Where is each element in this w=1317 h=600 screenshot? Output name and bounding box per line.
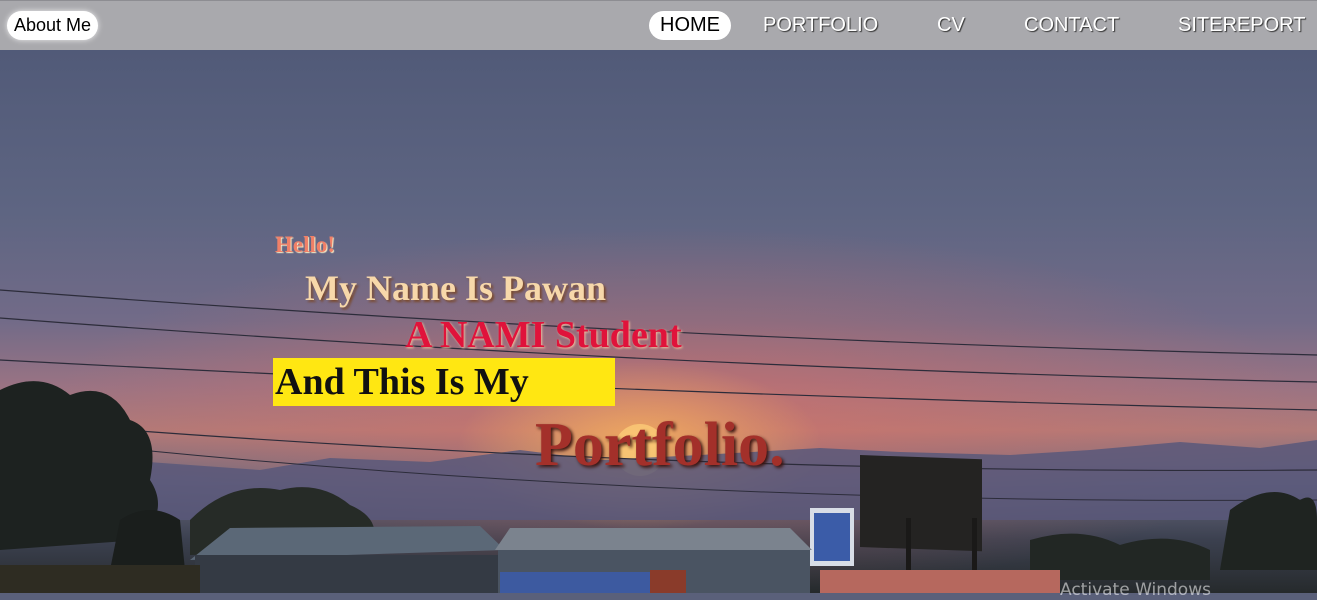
nav-contact[interactable]: CONTACT bbox=[1024, 11, 1119, 40]
portfolio-heading: Portfolio. bbox=[535, 411, 785, 479]
windows-activation-watermark: Activate Windows bbox=[1060, 580, 1211, 600]
nav-home[interactable]: HOME bbox=[649, 11, 731, 40]
intro-highlight-heading: And This Is My bbox=[273, 358, 615, 406]
student-heading: A NAMI Student bbox=[405, 314, 682, 356]
greeting-text: Hello! bbox=[275, 232, 336, 257]
nav-sitereport[interactable]: SITEREPORT bbox=[1178, 11, 1305, 40]
about-me-logo-link[interactable]: About Me bbox=[7, 11, 99, 40]
top-navbar: About Me HOME PORTFOLIO CV CONTACT SITER… bbox=[0, 0, 1317, 50]
nav-cv[interactable]: CV bbox=[937, 11, 965, 40]
name-heading: My Name Is Pawan bbox=[305, 268, 606, 308]
nav-portfolio[interactable]: PORTFOLIO bbox=[763, 11, 878, 40]
